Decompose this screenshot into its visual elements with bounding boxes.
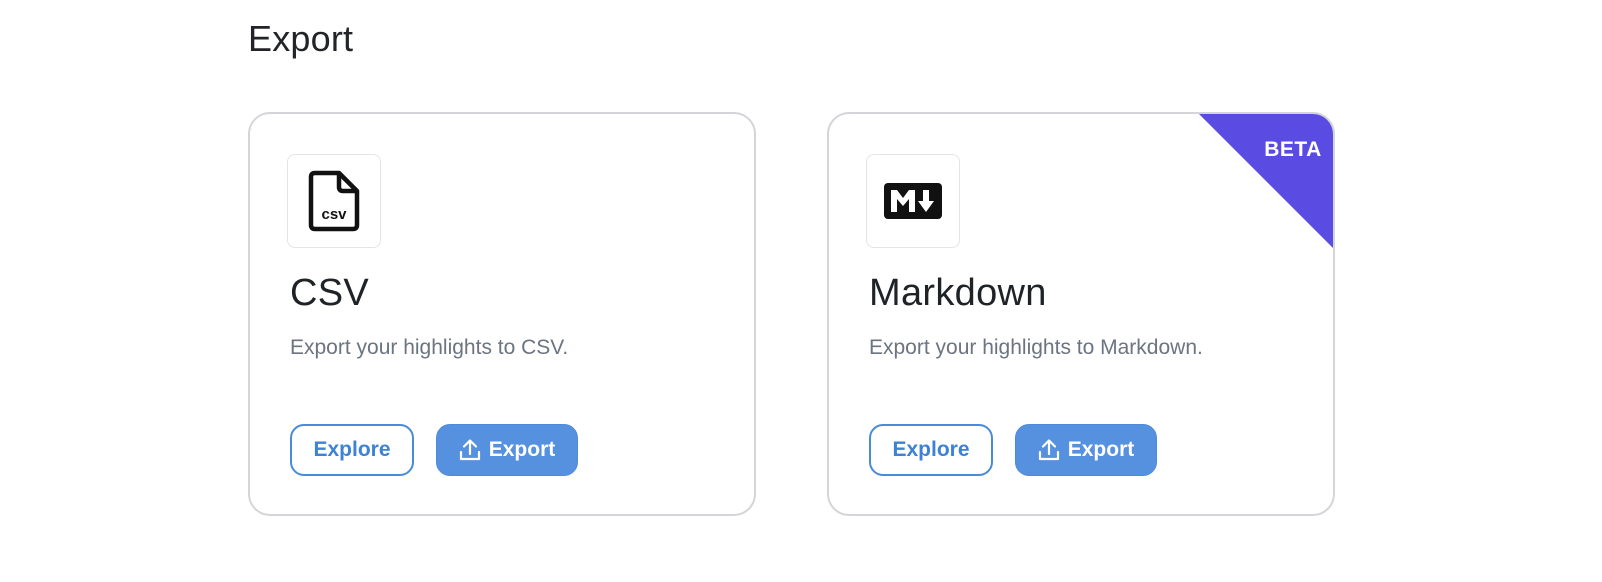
explore-button-label: Explore <box>892 438 970 461</box>
card-description: Export your highlights to Markdown. <box>869 336 1203 359</box>
page-title: Export <box>248 18 354 59</box>
export-button[interactable]: Export <box>1015 424 1157 476</box>
csv-icon-label: csv <box>321 206 347 223</box>
csv-file-icon: csv <box>308 170 360 232</box>
markdown-icon <box>884 183 942 219</box>
card-title: Markdown <box>869 272 1047 314</box>
markdown-icon-container <box>866 154 960 248</box>
beta-badge: BETA <box>1264 138 1322 161</box>
card-actions: Explore Export <box>290 424 578 476</box>
beta-ribbon <box>1197 114 1333 250</box>
export-card-csv: csv CSV Export your highlights to CSV. E… <box>248 112 756 516</box>
csv-icon-container: csv <box>287 154 381 248</box>
explore-button[interactable]: Explore <box>869 424 993 476</box>
card-title: CSV <box>290 272 370 314</box>
upload-icon <box>1038 439 1059 461</box>
card-description: Export your highlights to CSV. <box>290 336 569 359</box>
upload-icon <box>459 439 480 461</box>
card-actions: Explore Export <box>869 424 1157 476</box>
export-card-markdown: BETA Markdown Export your highlights to … <box>827 112 1335 516</box>
explore-button[interactable]: Explore <box>290 424 414 476</box>
explore-button-label: Explore <box>313 438 391 461</box>
export-button-label: Export <box>488 438 556 461</box>
export-button-label: Export <box>1067 438 1135 461</box>
export-button[interactable]: Export <box>436 424 578 476</box>
